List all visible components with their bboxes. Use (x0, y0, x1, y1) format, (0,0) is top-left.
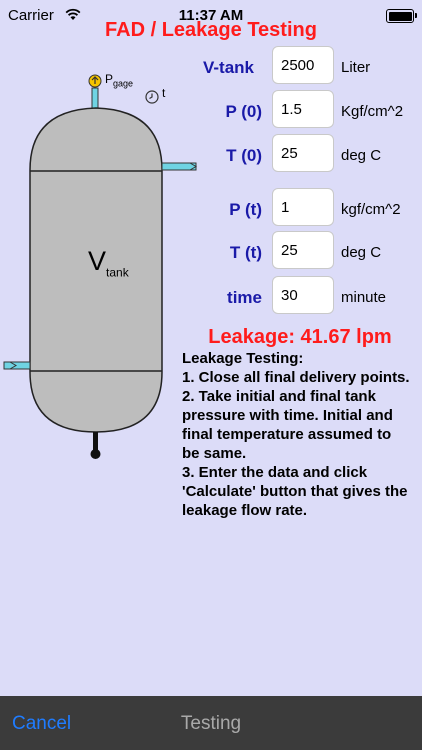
tt-unit: deg C (341, 244, 382, 261)
instructions-step-1: 1. Close all final delivery points. (182, 369, 410, 386)
t0-unit: deg C (341, 147, 382, 164)
drain-valve (90, 449, 101, 459)
instructions-step-2: 2. Take initial and final tank pressure … (182, 388, 393, 462)
gage-stem (91, 87, 99, 111)
pt-unit: kgf/cm^2 (341, 201, 401, 218)
pt-input[interactable] (272, 188, 334, 226)
instructions: Leakage Testing: 1. Close all final deli… (182, 349, 412, 520)
p0-unit: Kgf/cm^2 (341, 103, 404, 120)
t0-input[interactable] (272, 134, 334, 172)
inlet-pipe-left (3, 361, 31, 370)
instructions-step-3: 3. Enter the data and click 'Calculate' … (182, 464, 408, 519)
leakage-result: Leakage: 41.67 lpm (208, 326, 392, 348)
pt-label: P (t) (229, 200, 262, 219)
v-tank-label-text: V-tank (202, 58, 254, 77)
p0-label: P (0) (225, 102, 262, 121)
v-tank-input[interactable] (272, 46, 334, 84)
tt-label: T (t) (229, 243, 262, 262)
tt-input[interactable] (272, 231, 334, 269)
time-label: time (227, 288, 262, 307)
toolbar-title: Testing (180, 713, 242, 734)
t0-label: T (0) (226, 146, 262, 165)
instructions-heading: Leakage Testing: (182, 350, 304, 367)
v-tank-label: Vtank (88, 246, 129, 280)
t-label: t (162, 86, 166, 100)
time-unit: minute (341, 289, 387, 306)
p-gage-label: Pgage (105, 72, 134, 89)
page-title: FAD / Leakage Testing (105, 19, 317, 41)
time-input[interactable] (272, 276, 334, 314)
p0-input[interactable] (272, 90, 334, 128)
v-tank-unit: Liter (341, 59, 371, 76)
